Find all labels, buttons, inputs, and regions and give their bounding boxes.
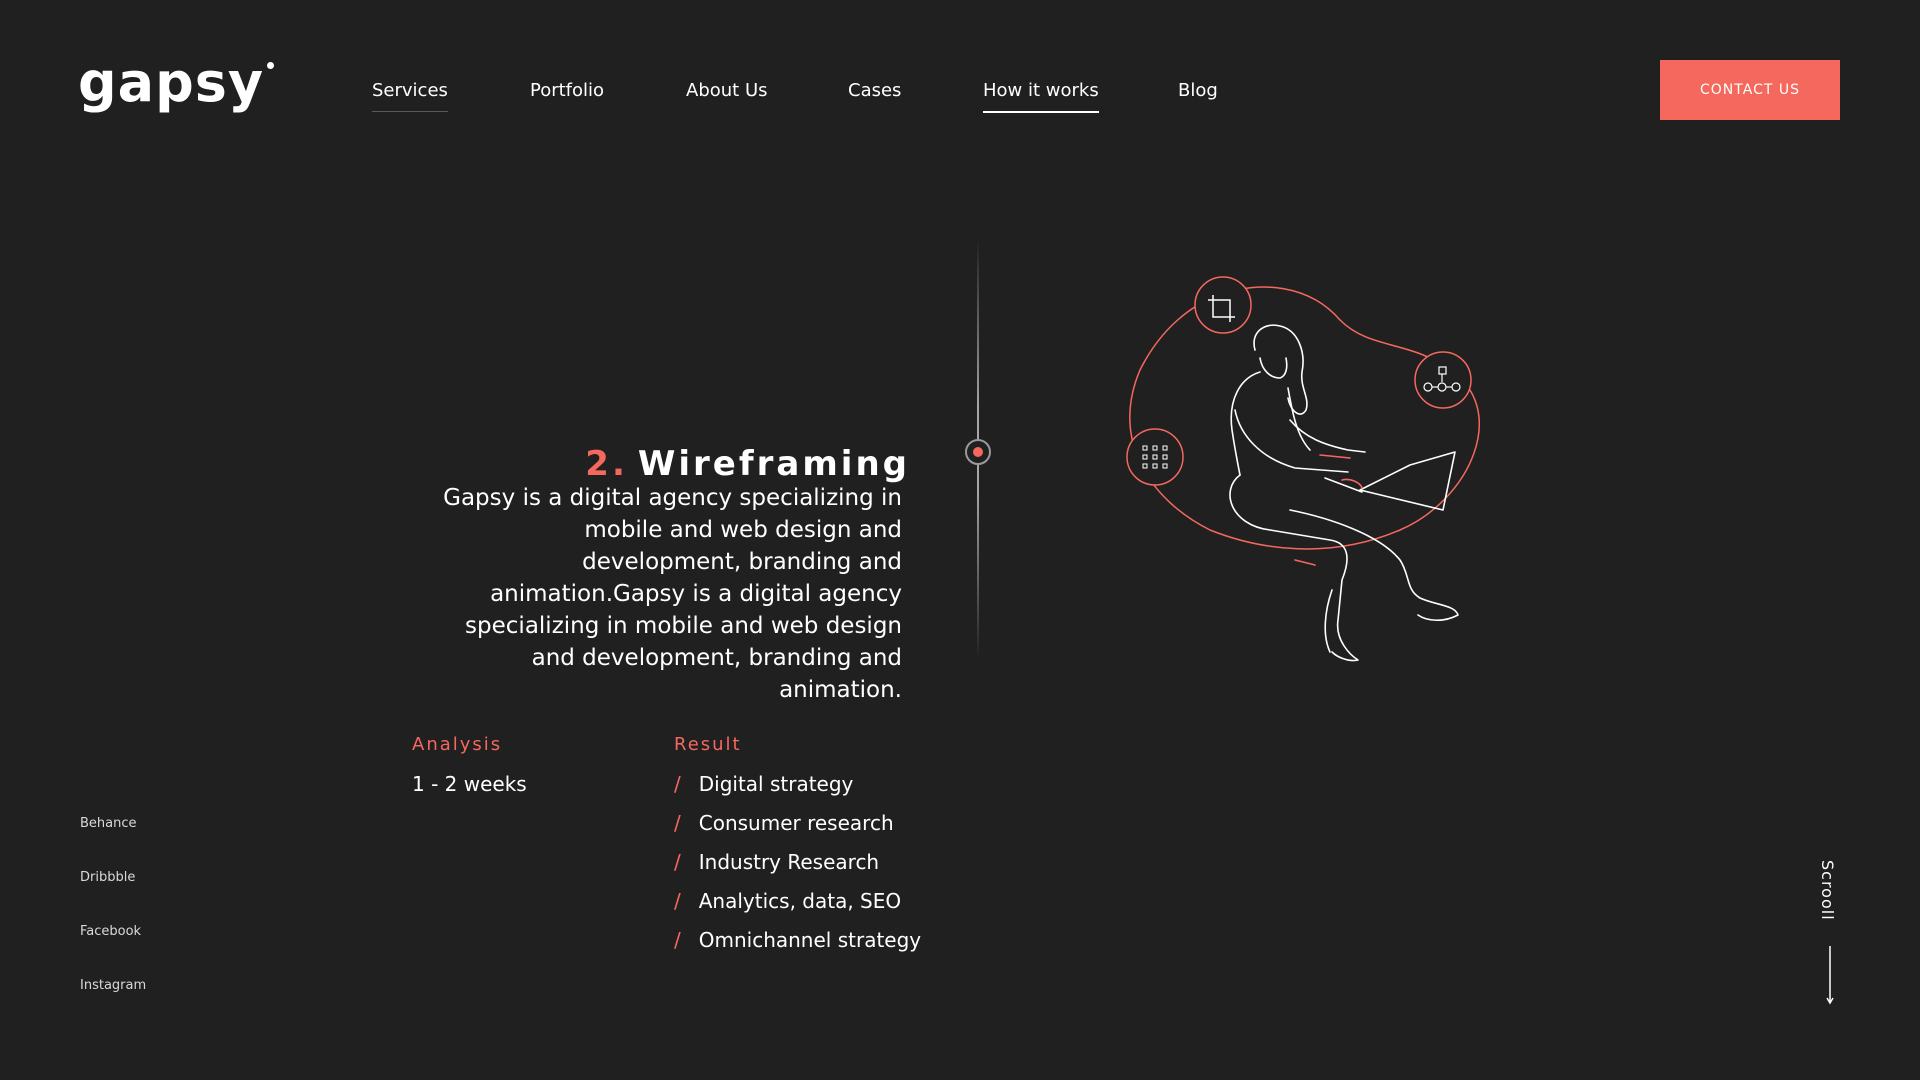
social-link-instagram[interactable]: Instagram [80,978,146,1032]
step-title-text: Wireframing [637,444,910,484]
nav-item-portfolio[interactable]: Portfolio [530,80,604,111]
nav-item-about-us[interactable]: About Us [686,80,768,111]
analysis-value: 1 - 2 weeks [412,772,527,796]
social-link-dribbble[interactable]: Dribbble [80,870,146,924]
slash-bullet: / [674,850,681,874]
result-item-text: Consumer research [698,811,894,835]
step-description: Gapsy is a digital agency specializing i… [443,485,902,703]
slash-bullet: / [674,928,681,952]
wireframing-illustration [1126,276,1480,662]
result-item: / Industry Research [674,850,921,889]
arrow-down-icon [1826,946,1834,1005]
flowchart-icon [1414,351,1472,409]
step-number: 2. [585,444,628,484]
result-item: / Digital strategy [674,772,921,811]
contact-us-button[interactable]: CONTACT US [1660,60,1840,120]
result-item-text: Analytics, data, SEO [698,889,902,913]
nav-item-how-it-works[interactable]: How it works [983,80,1099,113]
timeline-step-marker-inner [973,447,983,457]
result-item-text: Digital strategy [698,772,854,796]
social-links: Behance Dribbble Facebook Instagram [80,816,146,1032]
nav-item-cases[interactable]: Cases [848,80,901,111]
main-nav: Services Portfolio About Us Cases How it… [0,0,1920,130]
result-list: / Digital strategy / Consumer research / In… [674,772,921,967]
slash-bullet: / [674,811,681,835]
result-item: / Analytics, data, SEO [674,889,921,928]
social-link-facebook[interactable]: Facebook [80,924,146,978]
slash-bullet: / [674,772,681,796]
result-label: Result [674,734,742,755]
nav-item-blog[interactable]: Blog [1178,80,1218,111]
scroll-label: Scrooll [1818,860,1837,921]
grid-icon [1126,428,1184,486]
crop-icon [1194,276,1252,334]
result-item: / Omnichannel strategy [674,928,921,967]
slash-bullet: / [674,889,681,913]
scroll-indicator[interactable]: Scrooll [1818,860,1842,1010]
nav-item-services[interactable]: Services [372,80,448,112]
result-item: / Consumer research [674,811,921,850]
analysis-label: Analysis [412,734,503,755]
result-item-text: Omnichannel strategy [698,928,922,952]
orbit-path [1129,286,1480,550]
social-link-behance[interactable]: Behance [80,816,146,870]
step-title: 2. Wireframing [585,444,910,484]
result-item-text: Industry Research [698,850,880,874]
timeline-step-marker[interactable] [965,439,991,465]
